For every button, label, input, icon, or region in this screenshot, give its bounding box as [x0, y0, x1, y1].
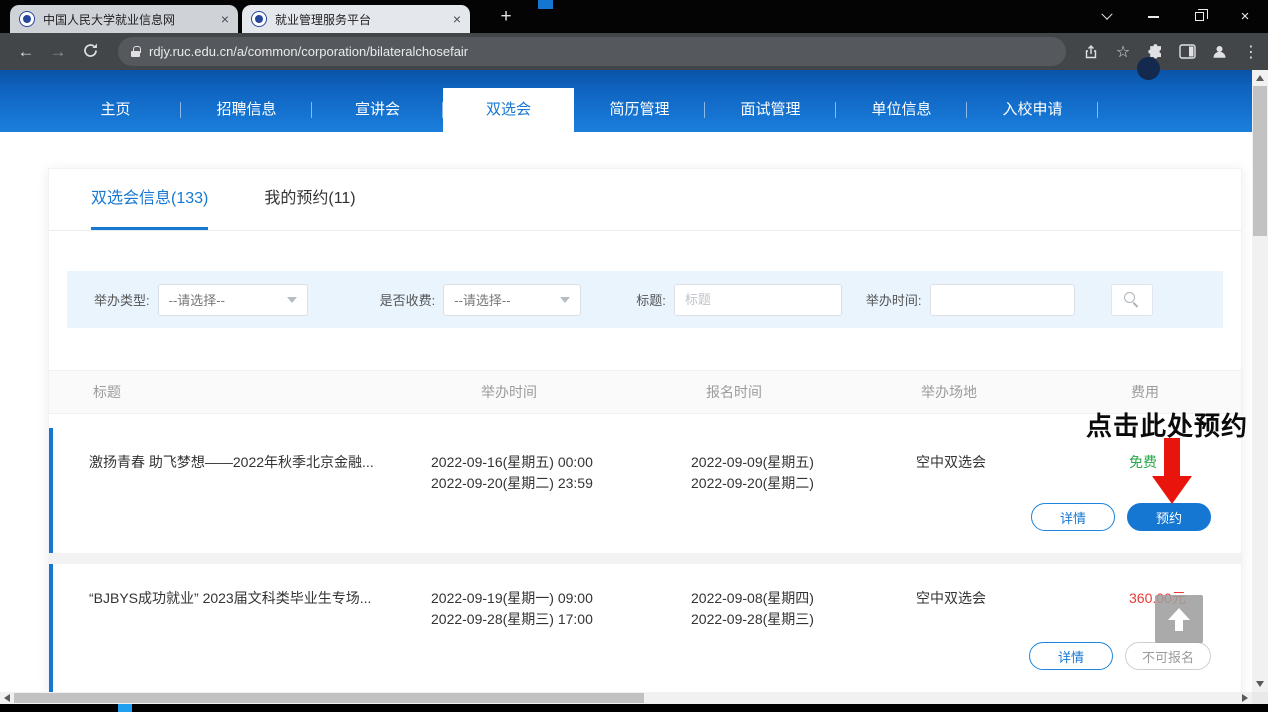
nav-item-company[interactable]: 单位信息 — [836, 88, 967, 132]
back-to-top-button[interactable] — [1155, 595, 1203, 643]
ruc-favicon-icon — [251, 11, 267, 27]
nav-item-resume[interactable]: 简历管理 — [574, 88, 705, 132]
type-select-value: --请选择-- — [169, 290, 225, 309]
tab-title: 中国人民大学就业信息网 — [43, 11, 213, 28]
site-nav: 主页 招聘信息 宣讲会 双选会 简历管理 面试管理 单位信息 入校申请 — [50, 88, 1098, 132]
tab-title: 就业管理服务平台 — [275, 11, 445, 28]
time-filter-input[interactable] — [930, 284, 1075, 316]
col-header-venue: 举办场地 — [906, 382, 1101, 402]
reload-icon[interactable] — [78, 42, 102, 62]
toolbar-icons: ☆ ⋮ — [1080, 41, 1262, 63]
site-header: 主页 招聘信息 宣讲会 双选会 简历管理 面试管理 单位信息 入校申请 — [0, 70, 1252, 132]
scroll-down-icon[interactable] — [1252, 676, 1268, 692]
url-text: rdjy.ruc.edu.cn/a/common/corporation/bil… — [149, 44, 468, 59]
annotation-arrow-icon — [1152, 438, 1192, 504]
fair-venue: 空中双选会 — [906, 588, 1101, 630]
table-header: 标题 举办时间 报名时间 举办场地 费用 — [49, 370, 1241, 414]
bookmark-star-icon[interactable]: ☆ — [1112, 41, 1134, 63]
tab-close-icon[interactable]: × — [221, 12, 229, 26]
screenshot-root: 中国人民大学就业信息网 × 就业管理服务平台 × + × ← → rdjy.ru… — [0, 0, 1268, 712]
nav-item-interview[interactable]: 面试管理 — [705, 88, 836, 132]
search-icon — [1124, 292, 1139, 307]
fair-registration-time: 2022-09-09(星期五) 2022-09-20(星期二) — [686, 452, 906, 494]
vertical-scrollbar[interactable] — [1252, 70, 1268, 692]
fair-venue: 空中双选会 — [906, 452, 1101, 494]
horizontal-scrollbar-thumb[interactable] — [14, 693, 644, 703]
type-filter-label: 举办类型: — [94, 290, 150, 309]
detail-button[interactable]: 详情 — [1031, 503, 1115, 531]
fair-title: 激扬青春 助飞梦想——2022年秋季北京金融... — [53, 452, 426, 494]
nav-item-campus-entry[interactable]: 入校申请 — [967, 88, 1098, 132]
forward-icon[interactable]: → — [46, 43, 70, 60]
table-row: “BJBYS成功就业” 2023届文科类毕业生专场... 2022-09-19(… — [49, 564, 1241, 692]
side-panel-icon[interactable] — [1176, 41, 1198, 63]
menu-kebab-icon[interactable]: ⋮ — [1240, 41, 1262, 63]
filter-bar: 举办类型: --请选择-- 是否收费: --请选择-- 标题: 举办时间: — [67, 271, 1223, 328]
taskbar-strip — [0, 704, 1268, 712]
tab-my-reservations[interactable]: 我的预约(11) — [264, 169, 355, 230]
share-icon[interactable] — [1080, 41, 1102, 63]
search-button[interactable] — [1111, 284, 1153, 316]
tab-fair-info[interactable]: 双选会信息(133) — [91, 169, 208, 230]
fee-filter-label: 是否收费: — [380, 290, 436, 309]
fair-event-time: 2022-09-19(星期一) 09:00 2022-09-28(星期三) 17… — [426, 588, 686, 630]
taskbar-icon — [118, 704, 132, 712]
time-filter-label: 举办时间: — [866, 290, 922, 309]
page-tabs: 双选会信息(133) 我的预约(11) — [49, 169, 1241, 231]
col-header-fee: 费用 — [1101, 382, 1241, 402]
arrow-up-icon — [1168, 608, 1190, 620]
detail-button[interactable]: 详情 — [1029, 642, 1113, 670]
tab-search-icon[interactable] — [1084, 0, 1130, 33]
browser-tab-ruc-info[interactable]: 中国人民大学就业信息网 × — [10, 5, 238, 33]
nav-item-info-session[interactable]: 宣讲会 — [312, 88, 443, 132]
chevron-down-icon — [560, 297, 570, 303]
scrollbar-corner — [1252, 692, 1268, 704]
scroll-left-icon[interactable] — [0, 692, 14, 704]
profile-icon[interactable] — [1208, 41, 1230, 63]
chevron-down-icon — [287, 297, 297, 303]
restore-button[interactable] — [1176, 0, 1222, 33]
close-button[interactable]: × — [1222, 0, 1268, 33]
content-card: 双选会信息(133) 我的预约(11) 举办类型: --请选择-- 是否收费: … — [48, 168, 1242, 692]
vertical-scrollbar-thumb[interactable] — [1253, 86, 1267, 236]
fair-registration-time: 2022-09-08(星期四) 2022-09-28(星期三) — [686, 588, 906, 630]
col-header-event-time: 举办时间 — [426, 382, 686, 402]
fair-title: “BJBYS成功就业” 2023届文科类毕业生专场... — [53, 588, 426, 630]
row-separator — [49, 553, 1241, 564]
site-avatar — [1137, 57, 1160, 80]
type-select[interactable]: --请选择-- — [158, 284, 308, 316]
back-icon[interactable]: ← — [14, 43, 38, 60]
nav-item-job-fair[interactable]: 双选会 — [443, 88, 574, 132]
scroll-right-icon[interactable] — [1238, 692, 1252, 704]
horizontal-scrollbar[interactable] — [0, 692, 1252, 704]
scroll-up-icon[interactable] — [1252, 70, 1268, 86]
window-controls: × — [1084, 0, 1268, 33]
col-header-title: 标题 — [49, 382, 426, 402]
desktop-artifact — [538, 0, 553, 9]
fee-select[interactable]: --请选择-- — [443, 284, 581, 316]
tab-close-icon[interactable]: × — [453, 12, 461, 26]
web-page: 主页 招聘信息 宣讲会 双选会 简历管理 面试管理 单位信息 入校申请 双选会信… — [0, 70, 1252, 692]
browser-tab-strip: 中国人民大学就业信息网 × 就业管理服务平台 × + × — [0, 0, 1268, 33]
title-filter-label: 标题: — [636, 290, 666, 309]
col-header-registration-time: 报名时间 — [686, 382, 906, 402]
lock-icon — [131, 46, 140, 57]
fee-select-value: --请选择-- — [454, 290, 510, 309]
browser-tab-service-platform[interactable]: 就业管理服务平台 × — [242, 5, 470, 33]
reserve-button[interactable]: 预约 — [1127, 503, 1211, 531]
cannot-register-button[interactable]: 不可报名 — [1125, 642, 1211, 670]
title-filter-input[interactable] — [674, 284, 842, 316]
minimize-button[interactable] — [1130, 0, 1176, 33]
browser-toolbar: ← → rdjy.ruc.edu.cn/a/common/corporation… — [0, 33, 1268, 70]
fair-event-time: 2022-09-16(星期五) 00:00 2022-09-20(星期二) 23… — [426, 452, 686, 494]
ruc-favicon-icon — [19, 11, 35, 27]
nav-item-recruitment[interactable]: 招聘信息 — [181, 88, 312, 132]
table-row: 激扬青春 助飞梦想——2022年秋季北京金融... 2022-09-16(星期五… — [49, 428, 1241, 553]
new-tab-button[interactable]: + — [492, 4, 520, 30]
address-bar[interactable]: rdjy.ruc.edu.cn/a/common/corporation/bil… — [118, 37, 1066, 66]
nav-item-home[interactable]: 主页 — [50, 88, 181, 132]
arrow-up-icon — [1175, 620, 1183, 631]
